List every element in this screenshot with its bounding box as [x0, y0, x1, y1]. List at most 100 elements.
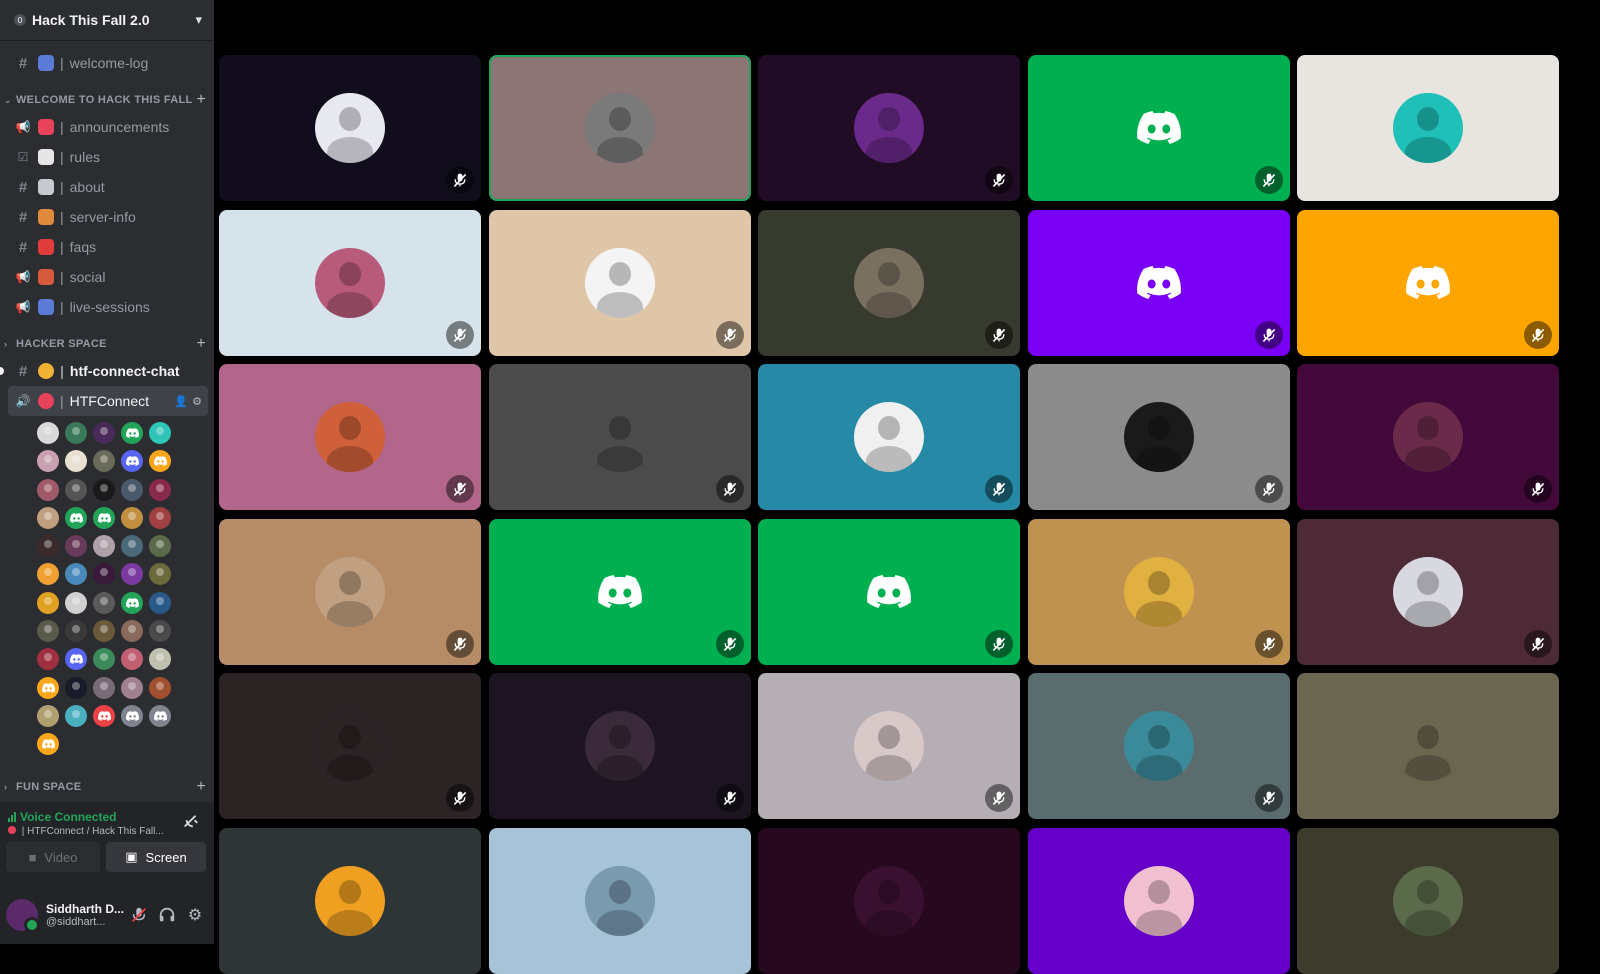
voice-member-avatar[interactable]	[37, 478, 59, 501]
voice-member-avatar[interactable]	[121, 450, 143, 473]
voice-member-avatar[interactable]	[149, 591, 171, 614]
channel-social[interactable]: 📢 | social	[8, 262, 208, 292]
voice-member-avatar[interactable]	[149, 535, 171, 558]
voice-member-avatar[interactable]	[93, 676, 115, 699]
voice-member-avatar[interactable]	[121, 478, 143, 501]
voice-member-avatar[interactable]	[37, 535, 59, 558]
channel-live-sessions[interactable]: 📢 | live-sessions	[8, 292, 208, 322]
channel-about[interactable]: # | about	[8, 172, 208, 202]
voice-member-avatar[interactable]	[121, 591, 143, 614]
voice-member-avatar[interactable]	[93, 591, 115, 614]
voice-member-avatar[interactable]	[93, 648, 115, 671]
voice-channel-subtitle[interactable]: | HTFConnect / Hack This Fall...	[8, 826, 164, 837]
voice-member-avatar[interactable]	[149, 648, 171, 671]
voice-member-avatar[interactable]	[121, 563, 143, 586]
voice-member-avatar[interactable]	[93, 422, 115, 444]
voice-member-avatar[interactable]	[65, 648, 87, 671]
channel-rules[interactable]: ☑ | rules	[8, 142, 208, 172]
add-channel-icon[interactable]: +	[196, 91, 206, 109]
voice-member-avatar[interactable]	[65, 704, 87, 727]
participant-tile[interactable]	[219, 55, 481, 201]
voice-member-avatar[interactable]	[65, 535, 87, 558]
gear-icon[interactable]: ⚙	[192, 395, 202, 408]
server-header[interactable]: 0 Hack This Fall 2.0 ▾	[0, 0, 214, 40]
participant-tile[interactable]	[1297, 55, 1559, 201]
screen-share-button[interactable]: ▣ Screen	[106, 842, 206, 872]
headphones-button[interactable]	[154, 902, 180, 928]
voice-member-avatar[interactable]	[149, 704, 171, 727]
voice-member-avatar[interactable]	[121, 620, 143, 643]
participant-tile[interactable]	[488, 55, 751, 201]
voice-member-avatar[interactable]	[149, 563, 171, 586]
category-hacker-space[interactable]: › HACKER SPACE +	[0, 332, 214, 356]
category-fun-space[interactable]: › FUN SPACE +	[0, 775, 214, 799]
participant-tile[interactable]	[488, 209, 751, 356]
participant-tile[interactable]	[488, 364, 751, 510]
voice-member-avatar[interactable]	[37, 450, 59, 473]
voice-member-avatar[interactable]	[121, 535, 143, 558]
participant-tile[interactable]	[1027, 55, 1290, 201]
voice-member-avatar[interactable]	[149, 676, 171, 699]
participant-tile[interactable]	[1027, 364, 1290, 510]
voice-member-avatar[interactable]	[65, 450, 87, 473]
voice-member-avatar[interactable]	[37, 422, 59, 444]
voice-member-avatar[interactable]	[149, 422, 171, 444]
voice-member-avatar[interactable]	[149, 620, 171, 643]
channel-faqs[interactable]: # | faqs	[8, 232, 208, 262]
voice-member-avatar[interactable]	[37, 563, 59, 586]
participant-tile[interactable]	[1297, 673, 1559, 819]
avatar[interactable]	[6, 899, 40, 933]
voice-member-avatar[interactable]	[93, 704, 115, 727]
participant-tile[interactable]	[758, 364, 1020, 510]
participant-tile[interactable]	[758, 827, 1020, 974]
category-welcome[interactable]: ⌄ WELCOME TO HACK THIS FALL +	[0, 88, 214, 112]
channel-welcome-log[interactable]: # | welcome-log	[8, 48, 208, 78]
voice-member-avatar[interactable]	[93, 506, 115, 529]
voice-member-avatar[interactable]	[93, 478, 115, 501]
voice-member-avatar[interactable]	[37, 704, 59, 727]
participant-tile[interactable]	[758, 518, 1020, 665]
disconnect-icon[interactable]	[182, 813, 200, 831]
user-info[interactable]: Siddharth D... @siddhart...	[46, 902, 124, 928]
participant-tile[interactable]	[1027, 673, 1290, 819]
voice-member-avatar[interactable]	[65, 506, 87, 529]
participant-tile[interactable]	[1027, 518, 1290, 665]
voice-member-avatar[interactable]	[65, 422, 87, 444]
voice-member-avatar[interactable]	[121, 648, 143, 671]
voice-member-avatar[interactable]	[65, 676, 87, 699]
voice-member-avatar[interactable]	[93, 563, 115, 586]
participant-tile[interactable]	[219, 518, 481, 665]
voice-member-avatar[interactable]	[93, 450, 115, 473]
participant-tile[interactable]	[219, 673, 481, 819]
voice-member-avatar[interactable]	[37, 676, 59, 699]
voice-member-avatar[interactable]	[121, 506, 143, 529]
participant-tile[interactable]	[1027, 827, 1290, 974]
participant-tile[interactable]	[488, 827, 751, 974]
participant-tile[interactable]	[758, 55, 1020, 201]
voice-member-avatar[interactable]	[37, 733, 59, 756]
participant-tile[interactable]	[219, 364, 481, 510]
voice-member-avatar[interactable]	[37, 591, 59, 614]
participant-tile[interactable]	[1297, 364, 1559, 510]
voice-member-avatar[interactable]	[149, 450, 171, 473]
voice-member-avatar[interactable]	[65, 563, 87, 586]
voice-member-avatar[interactable]	[149, 478, 171, 501]
video-button[interactable]: ■ Video	[6, 842, 100, 872]
voice-member-avatar[interactable]	[93, 620, 115, 643]
voice-member-avatar[interactable]	[149, 506, 171, 529]
voice-channel-htfconnect[interactable]: 🔊 | HTFConnect 👤 ⚙	[8, 386, 208, 416]
participant-tile[interactable]	[758, 673, 1020, 819]
mute-mic-button[interactable]	[126, 902, 152, 928]
participant-tile[interactable]	[1297, 827, 1559, 974]
participant-tile[interactable]	[758, 209, 1020, 356]
participant-tile[interactable]	[219, 209, 481, 356]
participant-tile[interactable]	[1027, 209, 1290, 356]
voice-member-avatar[interactable]	[121, 422, 143, 444]
channel-htf-connect-chat[interactable]: # | htf-connect-chat	[0, 356, 208, 386]
voice-member-avatar[interactable]	[65, 591, 87, 614]
add-channel-icon[interactable]: +	[196, 335, 206, 353]
channel-announcements[interactable]: 📢 | announcements	[8, 112, 208, 142]
voice-member-avatar[interactable]	[121, 704, 143, 727]
voice-member-avatar[interactable]	[37, 506, 59, 529]
participant-tile[interactable]	[219, 827, 481, 974]
